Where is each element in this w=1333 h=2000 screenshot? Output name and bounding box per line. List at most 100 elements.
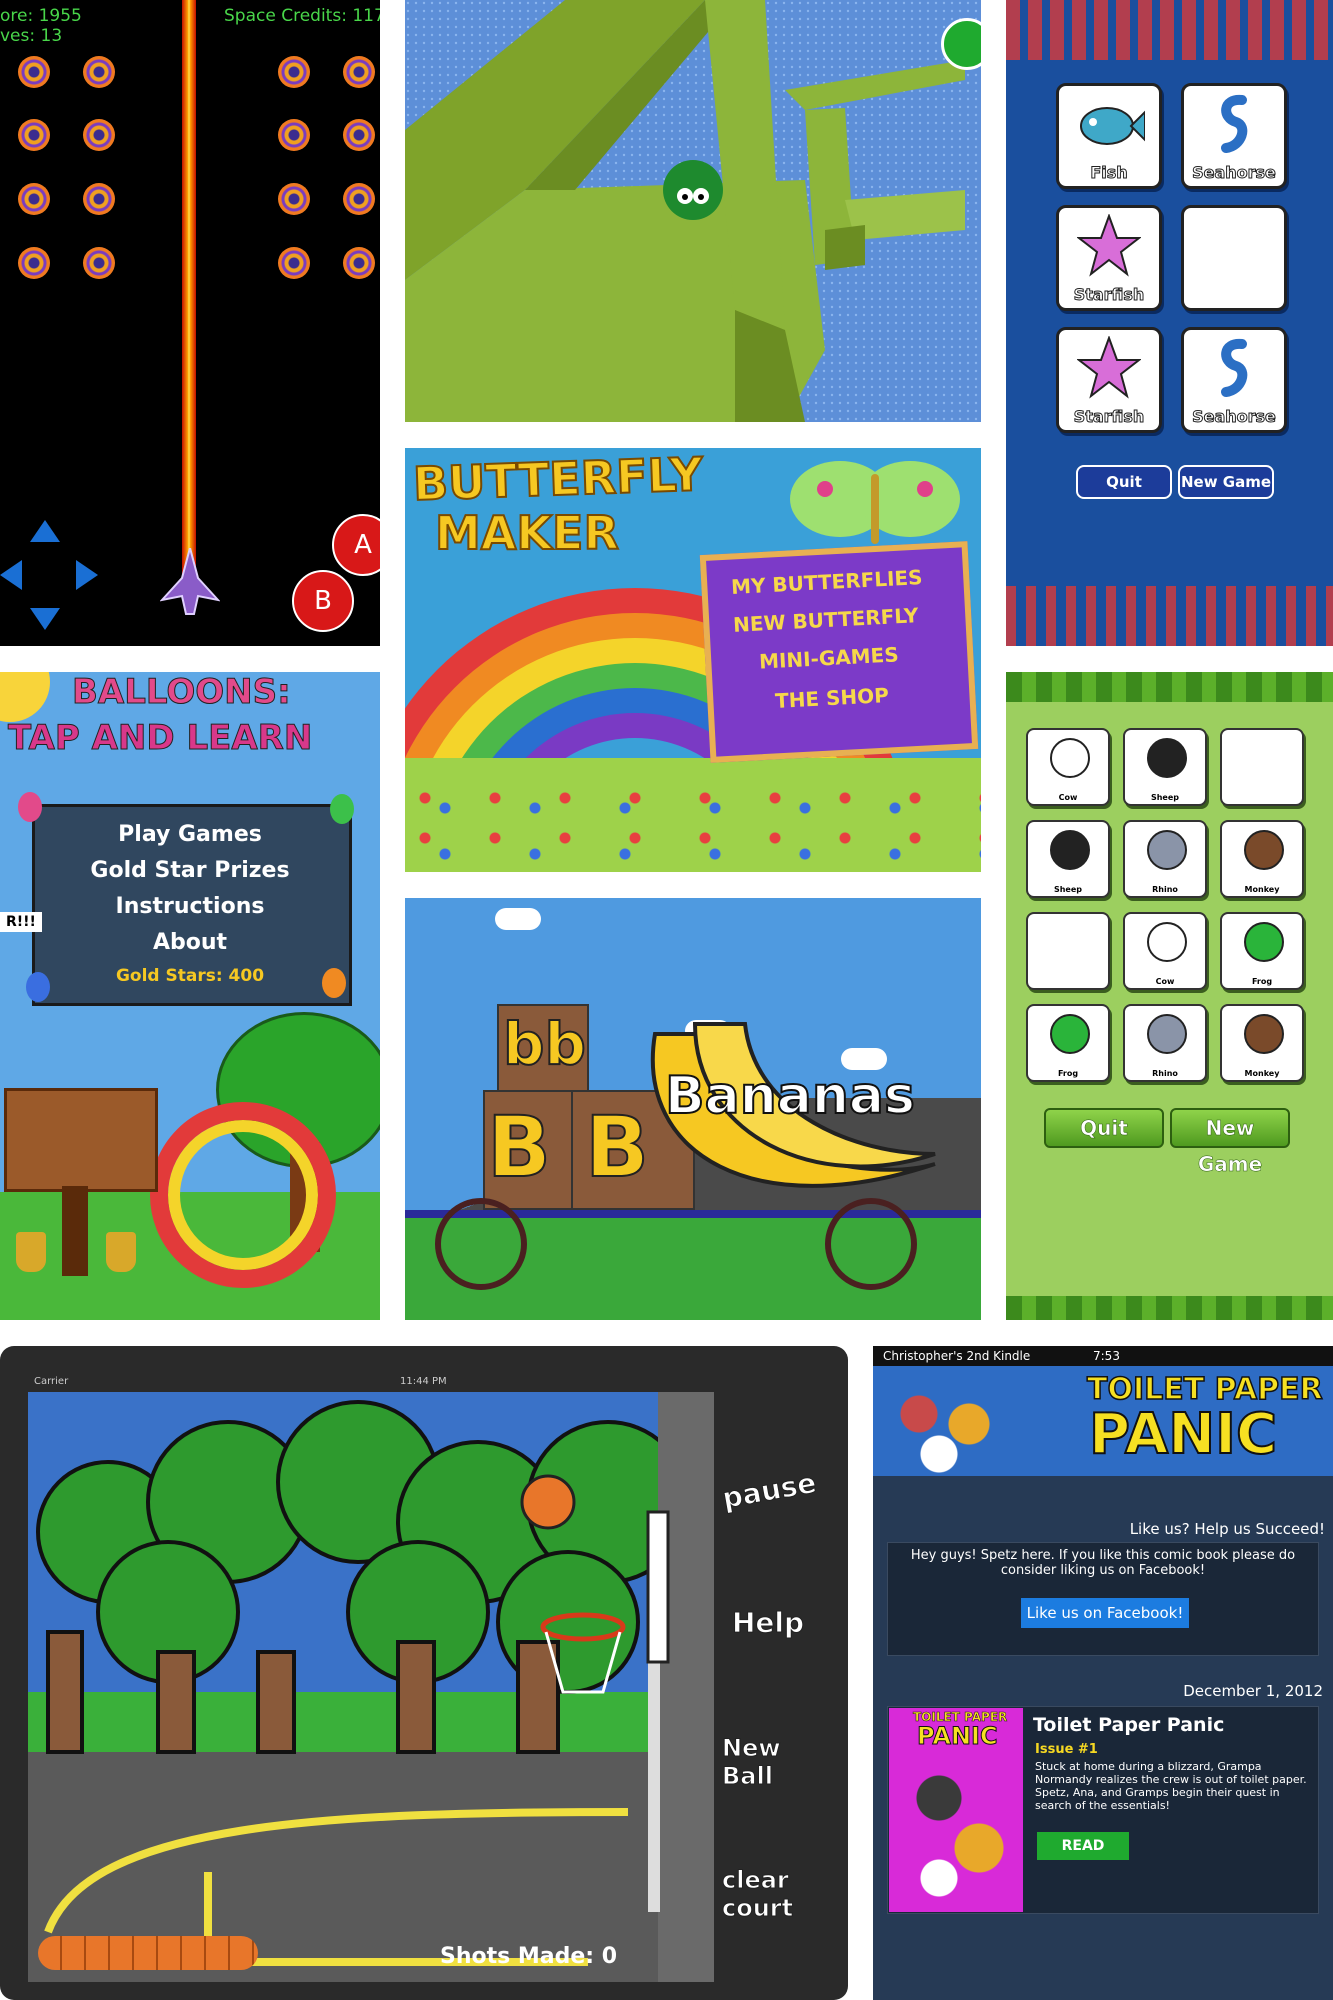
- balloon-icon: [330, 794, 354, 824]
- space-shooter-screenshot: ore: 1955 ves: 13 Space Credits: 1176 A …: [0, 0, 380, 646]
- enemy-ring: [18, 119, 50, 151]
- memory-card[interactable]: Starfish: [1056, 327, 1162, 433]
- memory-card[interactable]: [1181, 205, 1287, 311]
- fish-icon: [1080, 107, 1145, 145]
- enemy-ring: [343, 183, 375, 215]
- card-label: Cow: [1155, 977, 1175, 986]
- memory-card[interactable]: Frog: [1026, 1004, 1110, 1082]
- new-game-button[interactable]: New Game: [1178, 465, 1274, 499]
- maze-ball-screenshot: [405, 0, 981, 422]
- monkey-icon: [1244, 1014, 1284, 1054]
- spaceship-icon: [160, 548, 220, 615]
- enemy-ring: [343, 119, 375, 151]
- frog-icon: [1244, 922, 1284, 962]
- enemy-ring: [343, 247, 375, 279]
- enemy-ring: [278, 56, 310, 88]
- pause-button[interactable]: pause: [719, 1466, 819, 1516]
- comic-cover[interactable]: TOILET PAPER PANIC: [889, 1708, 1023, 1912]
- balloons-tap-learn-screenshot: BALLOONS: TAP AND LEARN Play Games Gold …: [0, 672, 380, 1320]
- memory-card[interactable]: Monkey: [1220, 1004, 1304, 1082]
- memory-card[interactable]: Cow: [1026, 728, 1110, 806]
- enemy-ring: [83, 56, 115, 88]
- comic-description: Stuck at home during a blizzard, Grampa …: [1035, 1760, 1307, 1812]
- new-game-button[interactable]: New Game: [1170, 1108, 1290, 1176]
- card-label: Starfish: [1073, 407, 1145, 427]
- b-button[interactable]: B: [292, 570, 354, 632]
- card-label: Monkey: [1244, 885, 1280, 894]
- cloud-icon: [495, 908, 541, 930]
- read-button[interactable]: READ: [1037, 1832, 1129, 1860]
- balloon-icon: [26, 972, 50, 1002]
- enemy-ring: [83, 119, 115, 151]
- basketball-screenshot: Carrier 11:44 PM pause Help New Ball cle…: [0, 1346, 848, 2000]
- sign-fragment: R!!!: [0, 912, 42, 932]
- status-time: 11:44 PM: [400, 1376, 447, 1387]
- bananas-abc-screenshot: bb B B Bananas: [405, 898, 981, 1320]
- rainbow-icon: [150, 1102, 336, 1288]
- coral-bottom: [1006, 586, 1333, 646]
- memory-card[interactable]: Monkey: [1220, 820, 1304, 898]
- menu-gold-star-prizes[interactable]: Gold Star Prizes: [0, 858, 380, 883]
- b-button-label: B: [314, 586, 332, 616]
- butterfly-icon: [790, 461, 960, 544]
- sun-icon: [0, 672, 50, 722]
- memory-card[interactable]: Starfish: [1056, 205, 1162, 311]
- enemy-ring: [343, 56, 375, 88]
- title-line1: BALLOONS:: [72, 672, 292, 713]
- card-label: Monkey: [1244, 1069, 1280, 1078]
- help-text: Hey guys! Spetz here. If you like this c…: [910, 1548, 1296, 1578]
- clear-court-button[interactable]: clear court: [722, 1866, 812, 1923]
- quit-button[interactable]: Quit: [1044, 1108, 1164, 1148]
- dpad-control[interactable]: [0, 520, 100, 630]
- card-label: Sheep: [1150, 793, 1180, 802]
- wheel-icon: [435, 1198, 527, 1290]
- quit-button[interactable]: Quit: [1076, 465, 1172, 499]
- a-button[interactable]: A: [332, 514, 380, 576]
- new-ball-button[interactable]: New Ball: [722, 1734, 802, 1791]
- score-text: ore: 1955: [0, 6, 82, 26]
- card-label: Frog: [1251, 977, 1273, 986]
- wheel-icon: [825, 1198, 917, 1290]
- memory-card[interactable]: Fish: [1056, 83, 1162, 189]
- word-label: Bananas: [664, 1065, 916, 1127]
- card-label: Cow: [1058, 793, 1078, 802]
- cover-title-line2: PANIC: [917, 1722, 999, 1751]
- memory-card[interactable]: Sheep: [1026, 820, 1110, 898]
- card-label: Sheep: [1053, 885, 1083, 894]
- memory-card[interactable]: Rhino: [1123, 820, 1207, 898]
- balloon-icon: [18, 792, 42, 822]
- court-scene: [28, 1392, 714, 1982]
- cow-icon: [1147, 922, 1187, 962]
- a-button-label: A: [354, 530, 372, 560]
- maze-scene: [405, 0, 981, 422]
- memory-card[interactable]: Frog: [1220, 912, 1304, 990]
- card-label: Rhino: [1152, 1069, 1178, 1078]
- comic-title: Toilet Paper Panic: [1033, 1714, 1225, 1736]
- memory-card[interactable]: [1220, 728, 1304, 806]
- menu-about[interactable]: About: [0, 930, 380, 955]
- facebook-button[interactable]: Like us on Facebook!: [1021, 1598, 1189, 1628]
- comic-issue: Issue #1: [1035, 1742, 1098, 1757]
- card-label: Rhino: [1152, 885, 1178, 894]
- wooden-sign: [4, 1088, 158, 1192]
- cover-art: [899, 1758, 1013, 1904]
- toilet-paper-panic-screenshot: Christopher's 2nd Kindle 7:53 TOILET PAP…: [873, 1346, 1333, 2000]
- memory-card[interactable]: Sheep: [1123, 728, 1207, 806]
- coral-top: [1006, 0, 1333, 60]
- status-carrier: Carrier: [34, 1376, 69, 1387]
- laser-beam: [182, 0, 196, 590]
- memory-card[interactable]: [1026, 912, 1110, 990]
- enemy-ring: [278, 119, 310, 151]
- help-button[interactable]: Help: [731, 1606, 804, 1640]
- rhino-icon: [1147, 830, 1187, 870]
- memory-card[interactable]: Seahorse: [1181, 327, 1287, 433]
- memory-card[interactable]: Cow: [1123, 912, 1207, 990]
- memory-card[interactable]: Rhino: [1123, 1004, 1207, 1082]
- trophy-icon: [16, 1232, 46, 1272]
- menu-play-games[interactable]: Play Games: [0, 822, 380, 847]
- rhino-icon: [1147, 1014, 1187, 1054]
- menu-instructions[interactable]: Instructions: [0, 894, 380, 919]
- sign-post: [62, 1186, 88, 1276]
- memory-card[interactable]: Seahorse: [1181, 83, 1287, 189]
- leaves-top: [1006, 672, 1333, 702]
